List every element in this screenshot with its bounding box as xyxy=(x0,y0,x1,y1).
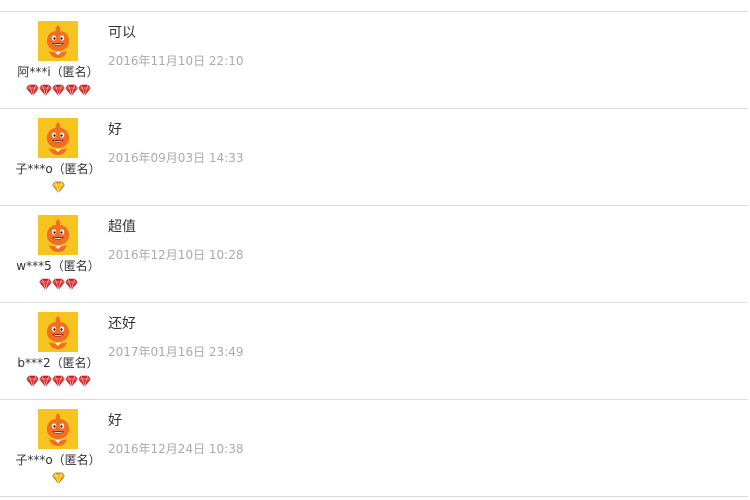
avatar[interactable] xyxy=(38,118,78,158)
reviewer-name: 子***o（匿名） xyxy=(15,162,101,176)
reviewer-name: 子***o（匿名） xyxy=(15,453,101,467)
red-diamond-icon xyxy=(51,375,65,387)
reviewer-name: b***2（匿名） xyxy=(17,356,99,370)
review-date: 2016年12月24日 10:38 xyxy=(108,442,244,456)
red-diamond-icon xyxy=(77,375,91,387)
red-diamond-icon xyxy=(38,375,52,387)
red-diamond-icon xyxy=(64,278,78,290)
review-content: 好 2016年12月24日 10:38 xyxy=(108,400,748,496)
yellow-diamond-icon xyxy=(51,472,65,484)
review-content: 好 2016年09月03日 14:33 xyxy=(108,109,748,205)
reviewer-info: 子***o（匿名） xyxy=(0,109,116,205)
orange-mascot-avatar-icon xyxy=(38,312,78,352)
review-list: 阿***i（匿名） 可以 2016年11月10日 22:10 子***o（匿名）… xyxy=(0,11,748,497)
review-text: 好 xyxy=(108,413,122,429)
red-diamond-icon xyxy=(51,278,65,290)
red-diamond-icon xyxy=(25,375,39,387)
reviewer-rank-badges xyxy=(0,84,116,96)
reviewer-info: b***2（匿名） xyxy=(0,303,116,399)
review-item: 子***o（匿名） 好 2016年12月24日 10:38 xyxy=(0,400,748,497)
review-item: 子***o（匿名） 好 2016年09月03日 14:33 xyxy=(0,109,748,206)
red-diamond-icon xyxy=(38,84,52,96)
red-diamond-icon xyxy=(25,84,39,96)
review-content: 超值 2016年12月10日 10:28 xyxy=(108,206,748,302)
red-diamond-icon xyxy=(77,84,91,96)
reviewer-name: 阿***i（匿名） xyxy=(17,65,99,79)
review-item: w***5（匿名） 超值 2016年12月10日 10:28 xyxy=(0,206,748,303)
avatar[interactable] xyxy=(38,21,78,61)
avatar[interactable] xyxy=(38,409,78,449)
review-text: 超值 xyxy=(108,219,136,235)
red-diamond-icon xyxy=(64,84,78,96)
review-text: 好 xyxy=(108,122,122,138)
reviewer-name: w***5（匿名） xyxy=(16,259,100,273)
review-date: 2016年11月10日 22:10 xyxy=(108,54,244,68)
review-content: 可以 2016年11月10日 22:10 xyxy=(108,12,748,108)
avatar[interactable] xyxy=(38,312,78,352)
yellow-diamond-icon xyxy=(51,181,65,193)
avatar[interactable] xyxy=(38,215,78,255)
review-text: 还好 xyxy=(108,316,136,332)
reviewer-info: w***5（匿名） xyxy=(0,206,116,302)
reviewer-rank-badges xyxy=(0,472,116,484)
review-text: 可以 xyxy=(108,25,136,41)
reviewer-info: 子***o（匿名） xyxy=(0,400,116,496)
review-item: 阿***i（匿名） 可以 2016年11月10日 22:10 xyxy=(0,12,748,109)
review-date: 2016年09月03日 14:33 xyxy=(108,151,244,165)
orange-mascot-avatar-icon xyxy=(38,21,78,61)
red-diamond-icon xyxy=(64,375,78,387)
review-date: 2017年01月16日 23:49 xyxy=(108,345,244,359)
review-item: b***2（匿名） 还好 2017年01月16日 23:49 xyxy=(0,303,748,400)
reviewer-info: 阿***i（匿名） xyxy=(0,12,116,108)
orange-mascot-avatar-icon xyxy=(38,215,78,255)
reviewer-rank-badges xyxy=(0,375,116,387)
reviewer-rank-badges xyxy=(0,181,116,193)
orange-mascot-avatar-icon xyxy=(38,409,78,449)
orange-mascot-avatar-icon xyxy=(38,118,78,158)
review-date: 2016年12月10日 10:28 xyxy=(108,248,244,262)
red-diamond-icon xyxy=(38,278,52,290)
reviewer-rank-badges xyxy=(0,278,116,290)
red-diamond-icon xyxy=(51,84,65,96)
review-content: 还好 2017年01月16日 23:49 xyxy=(108,303,748,399)
